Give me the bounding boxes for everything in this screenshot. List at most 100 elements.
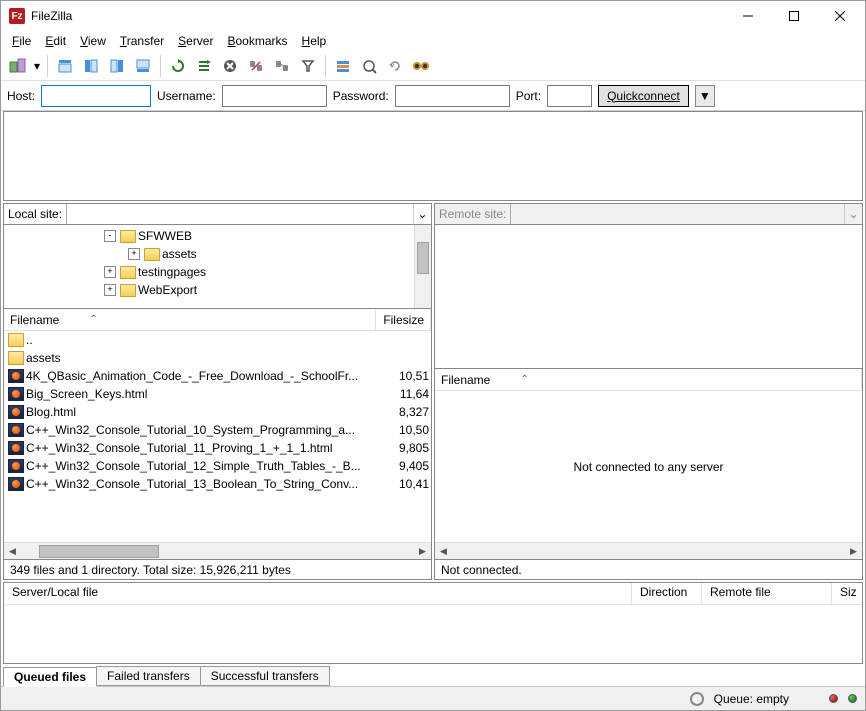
tab-successful-transfers[interactable]: Successful transfers	[200, 666, 330, 686]
find-button[interactable]	[408, 53, 434, 79]
remote-site-row: Remote site: ⌄	[434, 203, 863, 225]
maximize-button[interactable]	[771, 1, 817, 31]
queue-col-size[interactable]: Siz	[832, 583, 862, 604]
transfer-queue[interactable]: Server/Local file Direction Remote file …	[3, 582, 863, 664]
remote-filelist[interactable]: Filename Not connected to any server ◀▶	[434, 369, 863, 560]
filter-button[interactable]	[295, 53, 321, 79]
compare-button[interactable]	[330, 53, 356, 79]
folder-icon	[8, 351, 24, 365]
toggle-remote-tree-button[interactable]	[104, 53, 130, 79]
queue-col-server[interactable]: Server/Local file	[4, 583, 632, 604]
host-input[interactable]	[41, 85, 151, 107]
tree-expand-icon[interactable]: +	[128, 248, 140, 260]
auto-scroll-button[interactable]	[382, 53, 408, 79]
list-item[interactable]: Blog.html8,327	[4, 403, 431, 421]
window-title: FileZilla	[31, 9, 725, 23]
tree-item[interactable]: - SFWWEB	[104, 227, 414, 245]
list-item[interactable]: C++_Win32_Console_Tutorial_10_System_Pro…	[4, 421, 431, 439]
toggle-log-button[interactable]	[52, 53, 78, 79]
queue-col-remote[interactable]: Remote file	[702, 583, 832, 604]
port-label: Port:	[516, 89, 541, 103]
reconnect-button[interactable]	[269, 53, 295, 79]
remote-hscroll[interactable]: ◀▶	[435, 542, 862, 559]
queue-col-direction[interactable]: Direction	[632, 583, 702, 604]
local-site-combo-caret[interactable]: ⌄	[413, 204, 431, 224]
tree-item[interactable]: +assets	[104, 245, 414, 263]
username-input[interactable]	[222, 85, 327, 107]
menu-server[interactable]: Server	[171, 32, 220, 50]
file-size: 10,50	[381, 423, 431, 437]
file-icon	[8, 441, 24, 455]
menu-view[interactable]: View	[73, 32, 113, 50]
folder-icon	[120, 284, 136, 297]
refresh-button[interactable]	[165, 53, 191, 79]
site-manager-dropdown[interactable]: ▾	[31, 53, 43, 79]
local-hscroll[interactable]: ◀▶	[4, 542, 431, 559]
menu-transfer[interactable]: Transfer	[113, 32, 171, 50]
file-size: 11,64	[381, 387, 431, 401]
file-icon	[8, 369, 24, 383]
list-item[interactable]: C++_Win32_Console_Tutorial_13_Boolean_To…	[4, 475, 431, 493]
disconnect-button[interactable]	[243, 53, 269, 79]
remote-status: Not connected.	[434, 560, 863, 580]
titlebar: Fz FileZilla	[1, 1, 865, 31]
sync-browse-button[interactable]	[356, 53, 382, 79]
list-item[interactable]: Big_Screen_Keys.html11,64	[4, 385, 431, 403]
remote-tree[interactable]	[434, 225, 863, 369]
tree-item[interactable]: +testingpages	[104, 263, 414, 281]
list-item[interactable]: 4K_QBasic_Animation_Code_-_Free_Download…	[4, 367, 431, 385]
file-size: 8,327	[381, 405, 431, 419]
quickconnect-history-dropdown[interactable]: ▼	[695, 85, 715, 107]
local-col-filename[interactable]: Filename	[4, 309, 376, 330]
folder-icon	[8, 333, 24, 347]
tree-item-label: SFWWEB	[138, 229, 192, 243]
toggle-queue-button[interactable]	[130, 53, 156, 79]
activity-led-recv-icon	[848, 694, 857, 703]
cancel-button[interactable]	[217, 53, 243, 79]
file-name: C++_Win32_Console_Tutorial_10_System_Pro…	[26, 423, 381, 437]
tab-failed-transfers[interactable]: Failed transfers	[96, 666, 201, 686]
tree-expand-icon[interactable]: -	[104, 230, 116, 242]
local-tree[interactable]: - SFWWEB +assets+testingpages+WebExport	[3, 225, 432, 309]
settings-icon[interactable]	[690, 692, 704, 706]
list-item[interactable]: ..	[4, 331, 431, 349]
file-name: C++_Win32_Console_Tutorial_13_Boolean_To…	[26, 477, 381, 491]
local-col-filesize[interactable]: Filesize	[376, 309, 431, 330]
remote-empty-message: Not connected to any server	[435, 391, 862, 542]
local-tree-scrollbar[interactable]	[414, 225, 431, 308]
quickconnect-button[interactable]: Quickconnect	[598, 85, 689, 107]
tree-expand-icon[interactable]: +	[104, 284, 116, 296]
file-name: ..	[26, 333, 381, 347]
local-status: 349 files and 1 directory. Total size: 1…	[3, 560, 432, 580]
menu-edit[interactable]: Edit	[38, 32, 73, 50]
password-label: Password:	[333, 89, 389, 103]
minimize-button[interactable]	[725, 1, 771, 31]
remote-col-filename[interactable]: Filename	[435, 369, 862, 390]
list-item[interactable]: assets	[4, 349, 431, 367]
menu-file[interactable]: File	[5, 32, 38, 50]
close-button[interactable]	[817, 1, 863, 31]
tree-item[interactable]: +WebExport	[104, 281, 414, 299]
toggle-local-tree-button[interactable]	[78, 53, 104, 79]
site-manager-button[interactable]	[5, 53, 31, 79]
local-filelist[interactable]: Filename Filesize .. assets4K_QBasic_Anim…	[3, 309, 432, 560]
local-site-combo[interactable]	[66, 204, 413, 224]
file-size: 10,41	[381, 477, 431, 491]
username-label: Username:	[157, 89, 216, 103]
file-icon	[8, 405, 24, 419]
list-item[interactable]: C++_Win32_Console_Tutorial_11_Proving_1_…	[4, 439, 431, 457]
remote-site-combo	[510, 204, 844, 224]
file-name: C++_Win32_Console_Tutorial_12_Simple_Tru…	[26, 459, 381, 473]
local-site-row: Local site: ⌄	[3, 203, 432, 225]
menu-bookmarks[interactable]: Bookmarks	[220, 32, 294, 50]
menu-help[interactable]: Help	[295, 32, 334, 50]
port-input[interactable]	[547, 85, 592, 107]
tab-queued-files[interactable]: Queued files	[3, 667, 97, 687]
file-name: C++_Win32_Console_Tutorial_11_Proving_1_…	[26, 441, 381, 455]
password-input[interactable]	[395, 85, 510, 107]
process-queue-button[interactable]	[191, 53, 217, 79]
folder-icon	[144, 248, 160, 261]
message-log[interactable]	[3, 111, 863, 201]
tree-expand-icon[interactable]: +	[104, 266, 116, 278]
list-item[interactable]: C++_Win32_Console_Tutorial_12_Simple_Tru…	[4, 457, 431, 475]
